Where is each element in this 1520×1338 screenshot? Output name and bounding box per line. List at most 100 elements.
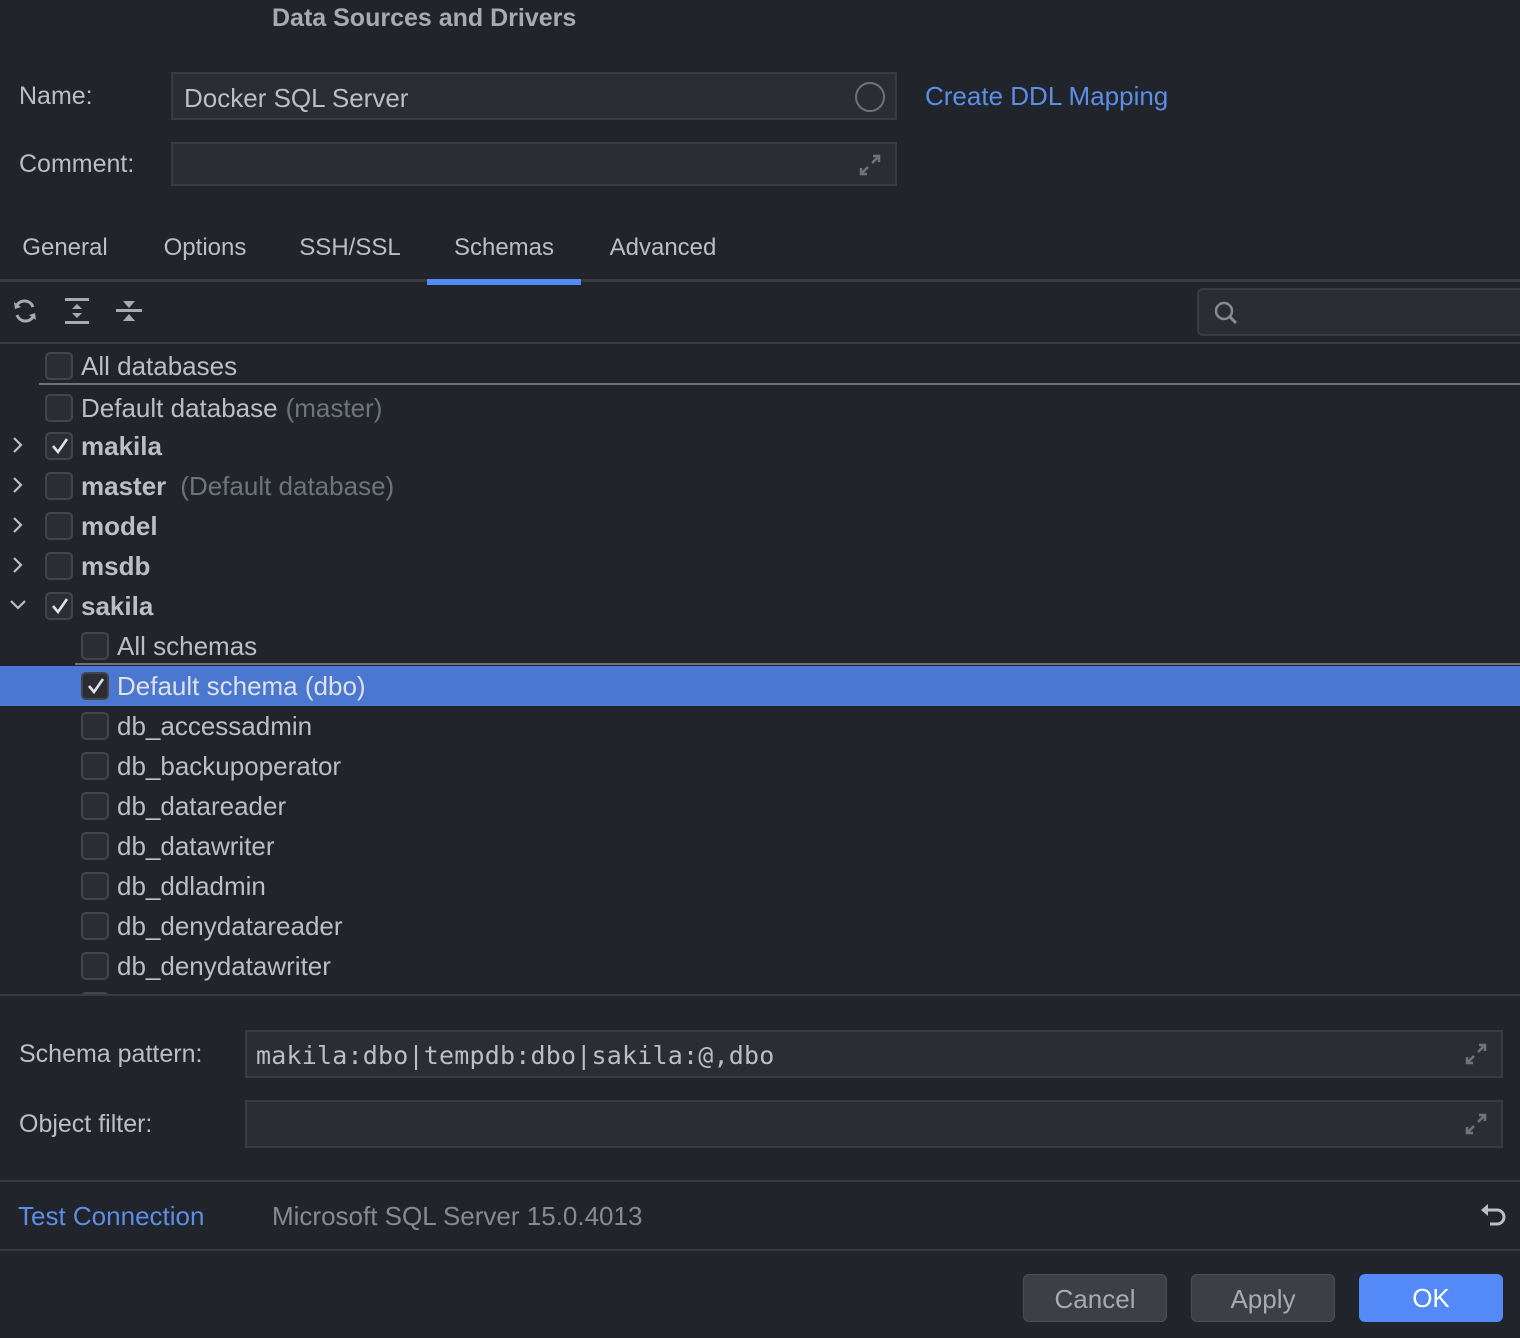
tree-row[interactable]: Default schema (dbo) <box>0 666 1520 706</box>
tree-row[interactable]: sakila <box>0 586 1520 626</box>
tab-general[interactable]: General <box>8 228 122 282</box>
checkbox[interactable] <box>81 912 109 940</box>
chevron-right-icon[interactable] <box>8 555 28 575</box>
tree-row[interactable]: db_accessadmin <box>0 706 1520 746</box>
expand-icon[interactable] <box>1463 1041 1489 1067</box>
tree-row[interactable]: db_backupoperator <box>0 746 1520 786</box>
revert-icon[interactable] <box>1478 1200 1510 1232</box>
tree-row[interactable]: db_datareader <box>0 786 1520 826</box>
chevron-right-icon[interactable] <box>8 475 28 495</box>
expand-all-icon[interactable] <box>62 296 92 326</box>
checkbox[interactable] <box>81 712 109 740</box>
tree-row-label: db_ <box>117 991 160 994</box>
checkbox[interactable] <box>45 352 73 380</box>
cancel-button[interactable]: Cancel <box>1023 1274 1167 1322</box>
comment-input[interactable] <box>171 142 897 186</box>
checkbox[interactable] <box>81 752 109 780</box>
tree-row-label: db_datawriter <box>117 831 275 862</box>
comment-label: Comment: <box>19 150 135 178</box>
tab-schemas[interactable]: Schemas <box>427 228 581 285</box>
tree-row[interactable]: db_ <box>0 986 1520 994</box>
tree-row[interactable]: makila <box>0 426 1520 466</box>
tree-row-label: db_accessadmin <box>117 711 312 742</box>
checkbox[interactable] <box>45 552 73 580</box>
checkbox[interactable] <box>45 472 73 500</box>
name-label: Name: <box>19 82 93 110</box>
row-name: db_datareader <box>117 791 287 821</box>
apply-button[interactable]: Apply <box>1191 1274 1335 1322</box>
row-name: db_ddladmin <box>117 871 266 901</box>
tree-row[interactable]: model <box>0 506 1520 546</box>
schema-pattern-input[interactable]: makila:dbo|tempdb:dbo|sakila:@,dbo <box>245 1030 1503 1078</box>
tree-row[interactable]: Default database (master) <box>0 388 1520 428</box>
test-connection-link[interactable]: Test Connection <box>18 1201 204 1232</box>
checkbox[interactable] <box>45 512 73 540</box>
schema-search-input[interactable] <box>1197 288 1520 336</box>
dialog-title: Data Sources and Drivers <box>272 4 577 32</box>
row-name: All databases <box>81 351 238 381</box>
chevron-down-icon[interactable] <box>8 595 28 615</box>
tree-row-label: model <box>81 511 158 542</box>
color-circle-icon[interactable] <box>855 82 885 112</box>
tree-row[interactable]: db_denydatareader <box>0 906 1520 946</box>
tab-advanced[interactable]: Advanced <box>596 228 730 282</box>
row-name: db_ <box>117 991 160 994</box>
expand-icon[interactable] <box>857 152 883 178</box>
tree-row[interactable]: All schemas <box>0 626 1520 666</box>
divider <box>0 1180 1520 1182</box>
checkbox[interactable] <box>81 632 109 660</box>
schema-tree[interactable]: All databases Default database (master) mak… <box>0 344 1520 996</box>
tree-row-label: All schemas <box>117 631 257 662</box>
row-name: msdb <box>81 551 151 581</box>
row-name: db_backupoperator <box>117 751 342 781</box>
collapse-all-icon[interactable] <box>114 296 144 326</box>
row-name: All schemas <box>117 631 258 661</box>
tree-row-label: msdb <box>81 551 150 582</box>
tree-row-label: All databases <box>81 351 237 382</box>
checkbox[interactable] <box>81 872 109 900</box>
checkbox[interactable] <box>81 952 109 980</box>
row-hint: (Default database) <box>180 471 395 501</box>
schema-toolbar <box>0 282 1520 344</box>
row-name: master <box>81 471 167 501</box>
checkbox[interactable] <box>81 672 109 700</box>
chevron-right-icon[interactable] <box>8 435 28 455</box>
row-name: Default database <box>81 393 278 423</box>
tree-row[interactable]: master (Default database) <box>0 466 1520 506</box>
row-name: db_datawriter <box>117 831 275 861</box>
checkbox[interactable] <box>81 792 109 820</box>
expand-icon[interactable] <box>1463 1111 1489 1137</box>
tree-row-label: makila <box>81 431 162 462</box>
tree-row-label: db_backupoperator <box>117 751 341 782</box>
row-name: sakila <box>81 591 154 621</box>
checkbox[interactable] <box>45 432 73 460</box>
row-name: db_accessadmin <box>117 711 313 741</box>
object-filter-input[interactable] <box>245 1100 1503 1148</box>
checkmark-icon <box>52 438 69 455</box>
ok-button[interactable]: OK <box>1359 1274 1503 1322</box>
checkmark-icon <box>52 598 69 615</box>
chevron-right-icon[interactable] <box>8 515 28 535</box>
row-name: db_denydatawriter <box>117 951 331 981</box>
create-ddl-mapping-link[interactable]: Create DDL Mapping <box>925 81 1168 112</box>
name-input[interactable]: Docker SQL Server <box>171 72 897 120</box>
checkbox[interactable] <box>81 832 109 860</box>
tree-row[interactable]: All databases <box>0 346 1520 386</box>
schema-pattern-value: makila:dbo|tempdb:dbo|sakila:@,dbo <box>256 1041 775 1070</box>
separator <box>75 663 1520 665</box>
tab-options[interactable]: Options <box>148 228 262 282</box>
tree-row-label: db_datareader <box>117 791 286 822</box>
checkbox[interactable] <box>45 394 73 422</box>
tab-ssh-ssl[interactable]: SSH/SSL <box>288 228 412 282</box>
row-name: Default schema (dbo) <box>117 671 366 701</box>
refresh-icon[interactable] <box>10 296 40 326</box>
checkbox[interactable] <box>81 992 109 994</box>
tree-row[interactable]: msdb <box>0 546 1520 586</box>
tree-row[interactable]: db_datawriter <box>0 826 1520 866</box>
tree-row-label: db_ddladmin <box>117 871 266 902</box>
tree-row-label: Default schema (dbo) <box>117 671 366 702</box>
tree-row[interactable]: db_denydatawriter <box>0 946 1520 986</box>
object-filter-label: Object filter: <box>19 1110 153 1138</box>
checkbox[interactable] <box>45 592 73 620</box>
tree-row[interactable]: db_ddladmin <box>0 866 1520 906</box>
